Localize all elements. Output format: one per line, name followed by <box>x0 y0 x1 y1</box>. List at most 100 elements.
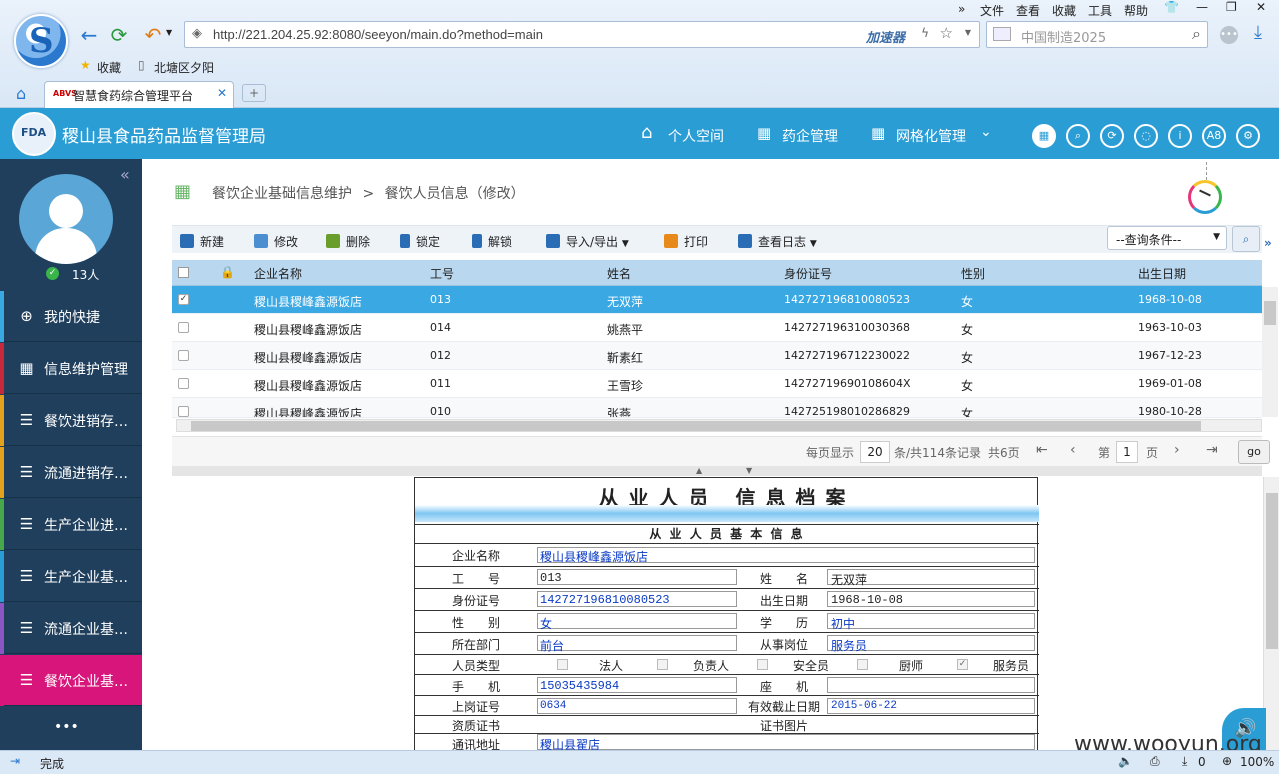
avatar[interactable] <box>19 174 113 264</box>
type-safety-checkbox[interactable] <box>757 659 768 670</box>
table-row[interactable]: 稷山县稷峰鑫源饭店 012 靳素红 142727196712230022 女 1… <box>172 342 1262 370</box>
sidebar-item-production-basic[interactable]: ☰ 生产企业基… <box>0 551 142 602</box>
sidebar-toggle-icon[interactable]: ⇥ <box>10 754 20 768</box>
chevron-down-icon[interactable]: ▼ <box>965 28 971 37</box>
first-page-icon[interactable]: ⇤ <box>1036 442 1048 458</box>
address-url[interactable]: http://221.204.25.92:8080/seeyon/main.do… <box>213 27 543 42</box>
address-field[interactable] <box>537 734 1035 750</box>
dept-field[interactable] <box>537 635 737 651</box>
last-page-icon[interactable]: ⇥ <box>1206 442 1218 458</box>
refresh-icon[interactable]: ⟳ <box>1100 124 1124 148</box>
cert-no-field[interactable] <box>537 698 737 714</box>
table-row[interactable]: 稷山县稷峰鑫源饭店 010 张燕 142725198010286829 女 19… <box>172 398 1262 418</box>
close-icon[interactable]: ✕ <box>1256 0 1266 14</box>
col-name[interactable]: 姓名 <box>607 265 631 282</box>
grid-icon[interactable]: ▦ <box>1032 124 1056 148</box>
col-company[interactable]: 企业名称 <box>254 265 302 282</box>
chevron-down-icon[interactable]: ▼ <box>166 28 172 37</box>
print-button[interactable]: 打印 <box>664 233 708 250</box>
chevron-double-right-icon[interactable]: » <box>958 2 965 16</box>
col-gender[interactable]: 性别 <box>961 265 985 282</box>
nav-pharma-management[interactable]: 药企管理 <box>782 126 838 146</box>
browser-search-box[interactable]: 中国制造2025 ⌕ <box>986 21 1208 48</box>
sidebar-item-catering-inventory[interactable]: ☰ 餐饮进销存… <box>0 395 142 446</box>
delete-button[interactable]: 删除 <box>326 233 370 250</box>
zoom-level[interactable]: 100% <box>1240 755 1274 769</box>
download-icon[interactable]: ⤓ <box>1182 754 1187 769</box>
import-export-button[interactable]: 导入/导出 ▼ <box>546 233 629 250</box>
type-manager-checkbox[interactable] <box>657 659 668 670</box>
menu-tools[interactable]: 工具 <box>1088 2 1112 19</box>
volume-icon[interactable]: 🔈 <box>1118 754 1133 768</box>
per-page-input[interactable]: 20 <box>860 441 890 463</box>
zoom-icon[interactable]: ⊕ <box>1222 754 1232 768</box>
chevron-up-icon[interactable]: ▲ <box>696 466 702 475</box>
printer-icon[interactable]: ⎙ <box>1150 754 1160 769</box>
nav-personal-space[interactable]: 个人空间 <box>668 126 724 146</box>
expand-icon[interactable]: » <box>1264 236 1272 250</box>
accelerator-label[interactable]: 加速器 <box>866 27 905 46</box>
more-icon[interactable]: ••• <box>54 719 79 735</box>
collapse-icon[interactable]: « <box>120 165 130 184</box>
grid-vertical-scrollbar[interactable] <box>1262 287 1278 417</box>
menu-view[interactable]: 查看 <box>1016 2 1040 19</box>
splitter[interactable]: ▲ ▼ <box>172 466 1262 476</box>
nav-grid-management[interactable]: 网格化管理 <box>896 126 966 146</box>
search-icon[interactable]: ⌕ <box>1066 124 1090 148</box>
table-row[interactable]: 稷山县稷峰鑫源饭店 011 王雪珍 14272719690108604X 女 1… <box>172 370 1262 398</box>
gender-field[interactable] <box>537 613 737 629</box>
row-checkbox[interactable] <box>178 322 189 333</box>
row-checkbox[interactable] <box>178 406 189 417</box>
favorites-label[interactable]: 收藏 <box>97 59 121 76</box>
next-page-icon[interactable]: › <box>1174 442 1180 458</box>
select-all-checkbox[interactable] <box>178 267 189 278</box>
sidebar-item-production-inventory[interactable]: ☰ 生产企业进… <box>0 499 142 550</box>
go-button[interactable]: go <box>1238 440 1270 464</box>
type-legal-checkbox[interactable] <box>557 659 568 670</box>
menu-favorites[interactable]: 收藏 <box>1052 2 1076 19</box>
edit-button[interactable]: 修改 <box>254 233 298 250</box>
row-checkbox[interactable] <box>178 350 189 361</box>
unlock-button[interactable]: 解锁 <box>472 233 512 250</box>
close-icon[interactable]: ✕ <box>217 86 227 100</box>
menu-file[interactable]: 文件 <box>980 2 1004 19</box>
phone-field[interactable] <box>827 677 1035 693</box>
search-input[interactable]: 中国制造2025 <box>1021 27 1106 46</box>
address-bar[interactable]: ◈ http://221.204.25.92:8080/seeyon/main.… <box>184 21 980 48</box>
sidebar-item-info-maintenance[interactable]: ▦ 信息维护管理 <box>0 343 142 394</box>
more-icon[interactable]: ••• <box>1220 26 1238 44</box>
home-icon[interactable]: ⌂ <box>16 84 26 103</box>
new-button[interactable]: 新建 <box>180 233 224 250</box>
settings-icon[interactable]: ⚙ <box>1236 124 1260 148</box>
lightning-icon[interactable]: ϟ <box>921 26 929 40</box>
chat-icon[interactable]: ◌ <box>1134 124 1158 148</box>
menu-help[interactable]: 帮助 <box>1124 2 1148 19</box>
minimize-icon[interactable]: — <box>1196 0 1208 14</box>
breadcrumb-section[interactable]: 餐饮企业基础信息维护 <box>212 186 352 202</box>
search-button[interactable]: ⌕ <box>1232 226 1260 252</box>
refresh-icon[interactable]: ⟳ <box>108 24 130 46</box>
type-chef-checkbox[interactable] <box>857 659 868 670</box>
col-idcard[interactable]: 身份证号 <box>784 265 832 282</box>
browser-tab[interactable]: ABVS 智慧食药综合管理平台 ✕ <box>44 81 234 108</box>
grid-horizontal-scrollbar[interactable] <box>176 419 1262 432</box>
chevron-down-icon[interactable]: ▼ <box>746 466 752 475</box>
table-row[interactable]: 稷山县稷峰鑫源饭店 014 姚燕平 142727196310030368 女 1… <box>172 314 1262 342</box>
sidebar-item-shortcuts[interactable]: ⊕ 我的快捷 <box>0 291 142 342</box>
undo-icon[interactable]: ↶ <box>142 24 164 46</box>
restore-icon[interactable]: ❐ <box>1226 0 1237 14</box>
info-icon[interactable]: i <box>1168 124 1192 148</box>
page-input[interactable]: 1 <box>1116 441 1138 463</box>
chevron-down-icon[interactable]: ⌄ <box>980 124 992 140</box>
sidebar-item-circulation-inventory[interactable]: ☰ 流通进销存… <box>0 447 142 498</box>
sidebar-item-circulation-basic[interactable]: ☰ 流通企业基… <box>0 603 142 654</box>
prev-page-icon[interactable]: ‹ <box>1070 442 1076 458</box>
lock-button[interactable]: 锁定 <box>400 233 440 250</box>
row-checkbox[interactable]: ✓ <box>178 294 189 305</box>
back-icon[interactable]: ← <box>78 24 100 46</box>
a8-icon[interactable]: A8 <box>1202 124 1226 148</box>
row-checkbox[interactable] <box>178 378 189 389</box>
staff-no-field[interactable] <box>537 569 737 585</box>
col-birth[interactable]: 出生日期 <box>1138 265 1186 282</box>
search-icon[interactable]: ⌕ <box>1192 24 1201 44</box>
